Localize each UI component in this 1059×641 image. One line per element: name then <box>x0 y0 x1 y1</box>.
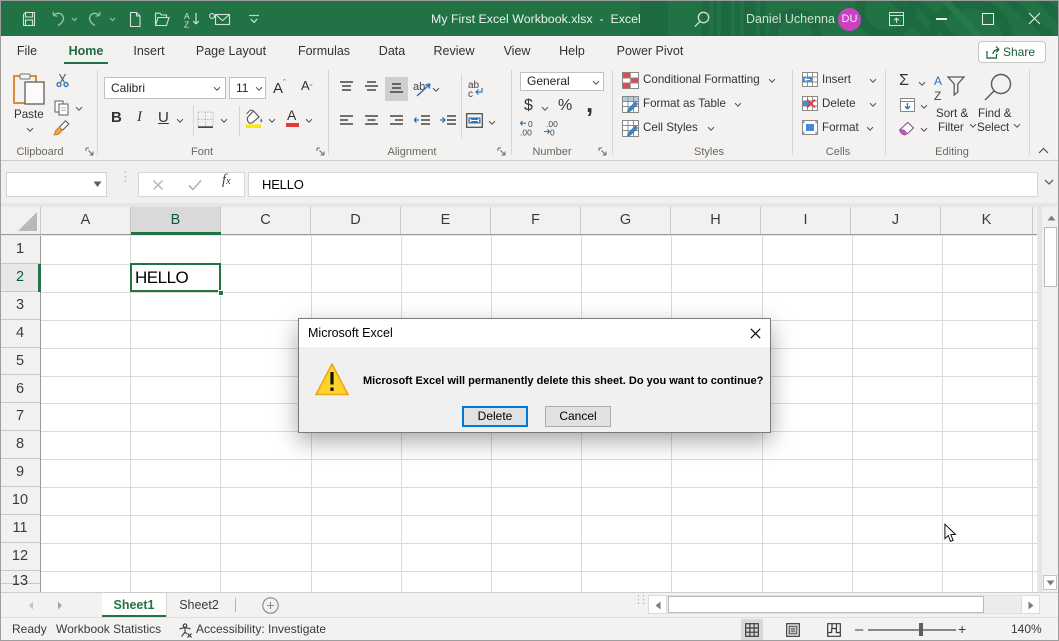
svg-text:.00: .00 <box>520 128 532 137</box>
svg-text:A: A <box>934 74 942 88</box>
svg-text:ab: ab <box>413 81 425 93</box>
svg-text:c: c <box>468 89 473 98</box>
svg-text:Z: Z <box>184 19 189 28</box>
svg-text:Z: Z <box>934 89 941 102</box>
svg-text:0: 0 <box>550 128 555 137</box>
